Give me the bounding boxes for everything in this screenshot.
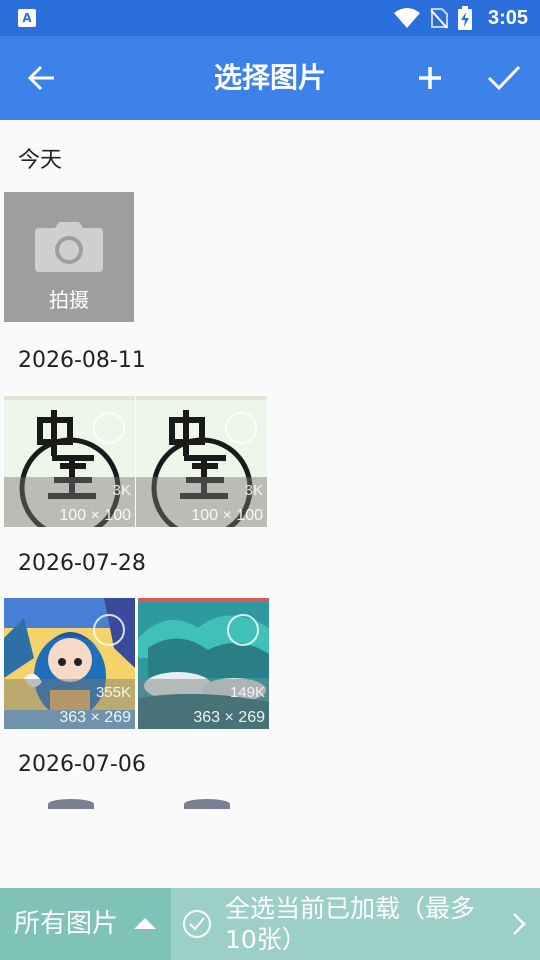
photo-thumbnail[interactable]: 3K 100 × 100: [4, 396, 135, 527]
battery-charging-icon: [457, 6, 472, 30]
plus-icon: [419, 67, 441, 89]
check-circle-icon: [183, 910, 211, 938]
select-circle[interactable]: [227, 614, 259, 646]
album-label: 所有图片: [14, 909, 119, 939]
check-icon: [487, 65, 521, 91]
camera-tile[interactable]: 拍摄: [4, 192, 134, 322]
confirm-button[interactable]: [482, 56, 526, 100]
photo-size: 149K: [229, 684, 265, 701]
photo-dimensions: 363 × 269: [193, 709, 265, 726]
camera-icon: [35, 222, 103, 272]
photo-thumbnail[interactable]: 149K 363 × 269: [138, 598, 269, 729]
status-bar: A 3:05: [0, 0, 540, 36]
bottom-bar: 所有图片 全选当前已加载（最多10张）: [0, 888, 540, 960]
photo-dimensions: 363 × 269: [59, 709, 131, 726]
photo-size: 3K: [112, 482, 131, 499]
select-circle[interactable]: [225, 412, 257, 444]
section-title-date: 2026-07-06: [18, 752, 146, 777]
photo-thumbnail-partial[interactable]: [48, 799, 94, 809]
photo-list[interactable]: 今天 拍摄 2026-08-11 3K 100 × 100 3K 100 × 1…: [0, 120, 540, 888]
add-button[interactable]: [408, 56, 452, 100]
arrow-left-icon: [28, 65, 54, 91]
page-title: 选择图片: [213, 61, 326, 94]
photo-thumbnail-partial[interactable]: [184, 799, 230, 809]
camera-label: 拍摄: [49, 288, 89, 312]
photo-thumbnail[interactable]: 355K 363 × 269: [4, 598, 135, 729]
caret-up-icon: [134, 918, 156, 929]
section-title-date: 2026-07-28: [18, 551, 146, 576]
notification-a-icon: A: [18, 9, 36, 27]
back-button[interactable]: [20, 56, 64, 100]
select-circle[interactable]: [93, 614, 125, 646]
no-sim-icon: [430, 8, 448, 29]
status-icons: 3:05: [393, 0, 528, 36]
app-bar: 选择图片: [0, 36, 540, 120]
status-time: 3:05: [487, 6, 528, 29]
album-selector-button[interactable]: 所有图片: [0, 888, 171, 960]
select-all-button[interactable]: 全选当前已加载（最多10张）: [171, 888, 540, 960]
photo-dimensions: 100 × 100: [191, 507, 263, 524]
select-all-label: 全选当前已加载（最多10张）: [225, 894, 476, 954]
photo-dimensions: 100 × 100: [59, 507, 131, 524]
photo-size: 3K: [244, 482, 263, 499]
photo-thumbnail[interactable]: 3K 100 × 100: [136, 396, 267, 527]
photo-size: 355K: [95, 684, 131, 701]
section-title-today: 今天: [18, 148, 63, 173]
select-circle[interactable]: [93, 412, 125, 444]
wifi-icon: [393, 8, 420, 28]
section-title-date: 2026-08-11: [18, 348, 146, 373]
chevron-right-icon: [513, 913, 526, 935]
